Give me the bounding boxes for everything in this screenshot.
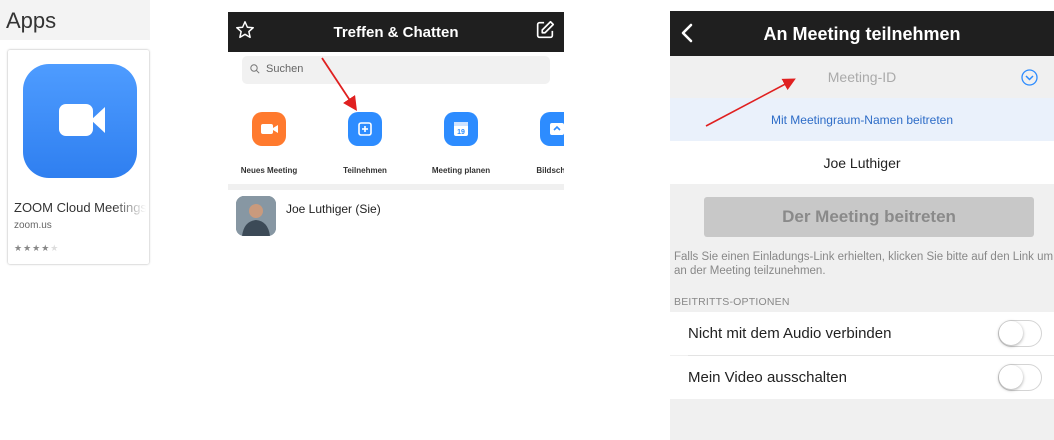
join-meeting-label: Teilnehmen <box>343 166 387 175</box>
video-camera-icon <box>261 124 278 134</box>
search-input[interactable]: Suchen <box>242 56 550 84</box>
join-meeting-button[interactable] <box>348 112 382 146</box>
section-divider <box>228 184 564 190</box>
avatar[interactable] <box>236 196 276 236</box>
chevron-down-circle-icon[interactable] <box>1021 69 1038 86</box>
search-icon <box>250 64 260 74</box>
app-vendor: zoom.us <box>14 220 52 231</box>
join-navbar: An Meeting teilnehmen <box>670 11 1054 56</box>
rating-stars: ★★★★★ <box>14 243 60 253</box>
option-label-audio: Nicht mit dem Audio verbinden <box>688 325 892 342</box>
meet-chat-panel: Treffen & Chatten Suchen Neues Meeting T… <box>228 0 564 240</box>
option-label-video: Mein Video ausschalten <box>688 369 847 386</box>
zoom-camera-icon[interactable] <box>23 64 137 178</box>
new-meeting-button[interactable] <box>252 112 286 146</box>
person-photo-icon <box>236 196 276 236</box>
new-chat-icon[interactable] <box>534 19 556 41</box>
display-name-field[interactable]: Joe Luthiger <box>670 141 1054 184</box>
calendar-date: 19 <box>457 129 465 136</box>
search-placeholder: Suchen <box>266 63 304 75</box>
option-row-video: Mein Video ausschalten <box>670 356 1054 399</box>
app-name: ZOOM Cloud Meetings <box>14 200 146 215</box>
share-screen-icon <box>550 123 564 135</box>
join-meeting-panel: An Meeting teilnehmen Meeting-ID Mit Mee… <box>670 11 1054 440</box>
join-title: An Meeting teilnehmen <box>763 24 961 44</box>
join-button-label: Der Meeting beitreten <box>782 207 956 226</box>
app-store-header: Apps <box>0 0 150 40</box>
app-store-panel: Apps ZOOM Cloud Meetings zoom.us ★★★★★ <box>0 0 150 268</box>
schedule-meeting-button[interactable]: 19 <box>444 112 478 146</box>
calendar-icon: 19 <box>454 122 468 136</box>
contact-name[interactable]: Joe Luthiger (Sie) <box>286 202 381 216</box>
meet-chat-title: Treffen & Chatten <box>333 24 459 41</box>
share-screen-button[interactable] <box>540 112 564 146</box>
meeting-id-placeholder: Meeting-ID <box>827 69 897 85</box>
toggle-knob <box>999 365 1023 389</box>
display-name-value: Joe Luthiger <box>823 155 901 171</box>
room-name-link-label: Mit Meetingraum-Namen beitreten <box>770 113 954 127</box>
plus-icon <box>358 122 372 136</box>
audio-toggle[interactable] <box>998 320 1042 347</box>
option-row-audio: Nicht mit dem Audio verbinden <box>670 312 1054 355</box>
share-screen-label: Bildschirm <box>536 166 564 175</box>
invite-hint: Falls Sie einen Einladungs-Link erhielte… <box>674 251 1054 277</box>
schedule-meeting-label: Meeting planen <box>431 166 491 175</box>
video-toggle[interactable] <box>998 364 1042 391</box>
join-button[interactable]: Der Meeting beitreten <box>704 197 1034 237</box>
app-card[interactable]: ZOOM Cloud Meetings zoom.us ★★★★★ <box>8 50 149 264</box>
new-meeting-label: Neues Meeting <box>240 166 298 175</box>
camera-body-shape <box>59 104 93 136</box>
room-name-link[interactable]: Mit Meetingraum-Namen beitreten <box>670 98 1054 141</box>
meet-chat-topbar: Treffen & Chatten <box>228 12 564 52</box>
meeting-id-field[interactable]: Meeting-ID <box>670 56 1054 98</box>
join-options-header: BEITRITTS-OPTIONEN <box>674 296 790 308</box>
toggle-knob <box>999 321 1023 345</box>
app-store-title: Apps <box>6 8 57 33</box>
camera-lens-shape <box>91 107 105 133</box>
